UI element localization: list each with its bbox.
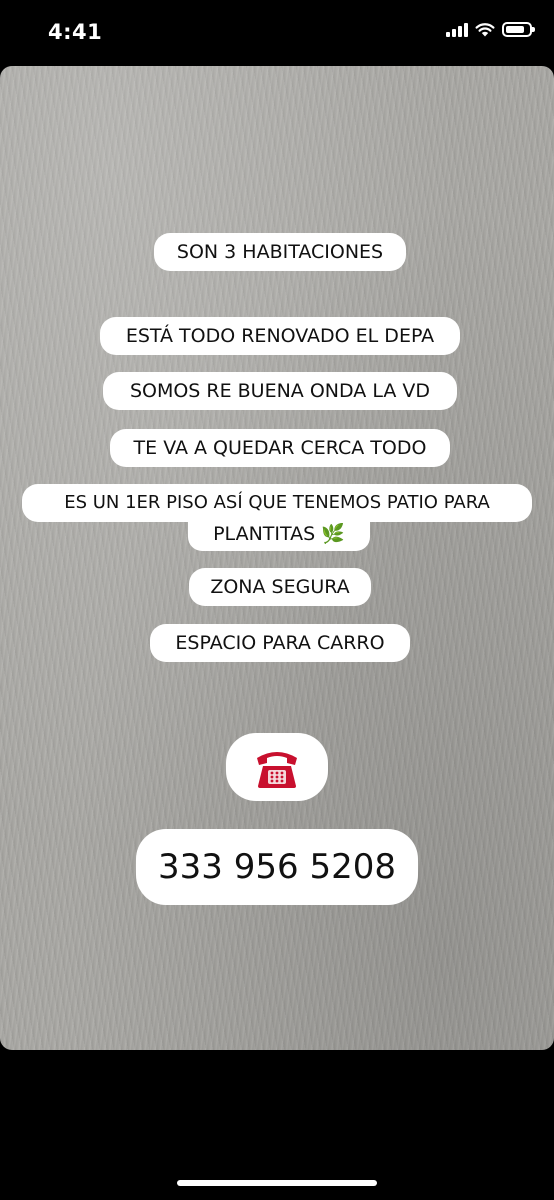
story-text-line: ESPACIO PARA CARRO [150, 624, 410, 662]
story-text-line: ESTÁ TODO RENOVADO EL DEPA [100, 317, 460, 355]
status-time: 4:41 [48, 20, 103, 44]
story-text-line: ZONA SEGURA [189, 568, 371, 606]
story-image[interactable]: SON 3 HABITACIONES ESTÁ TODO RENOVADO EL… [0, 66, 554, 1050]
story-text-line: TE VA A QUEDAR CERCA TODO [110, 429, 450, 467]
telephone-sticker [226, 733, 328, 801]
story-text-line: SOMOS RE BUENA ONDA LA VD [103, 372, 457, 410]
signal-icon [446, 22, 468, 37]
status-bar: 4:41 [0, 0, 554, 66]
story-text-line: SON 3 HABITACIONES [154, 233, 406, 271]
phone-number[interactable]: 333 956 5208 [136, 829, 418, 905]
wifi-icon [475, 23, 495, 37]
battery-icon [502, 22, 535, 37]
story-text-line: PLANTITAS 🌿 [188, 517, 370, 551]
home-indicator[interactable] [177, 1180, 377, 1186]
status-icons [446, 22, 535, 37]
telephone-icon [257, 752, 297, 788]
